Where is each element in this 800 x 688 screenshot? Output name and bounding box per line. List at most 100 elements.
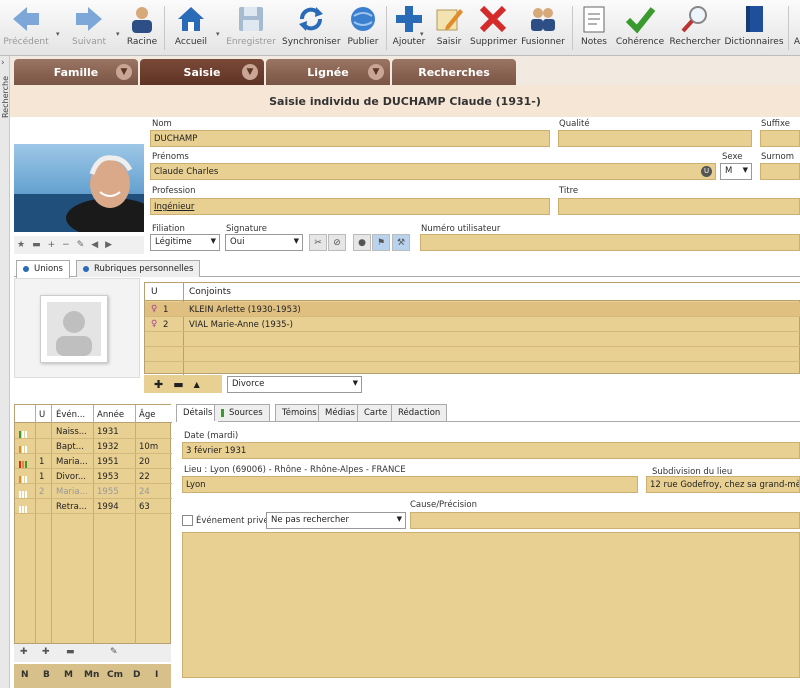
notes-button[interactable]: Notes	[578, 3, 610, 53]
unlink-icon[interactable]: ⊘	[328, 234, 346, 251]
tab-redaction[interactable]: Rédaction	[391, 404, 448, 421]
subdivision-field[interactable]: 12 rue Godefroy, chez sa grand-mère	[646, 476, 800, 493]
tab-sources[interactable]: Sources	[214, 404, 270, 421]
tab-temoins[interactable]: Témoins	[275, 404, 324, 421]
union-event-select[interactable]: Divorce ▼	[227, 376, 362, 393]
date-field[interactable]: 3 février 1931	[182, 442, 800, 459]
coherence-button[interactable]: Cohérence	[614, 3, 666, 53]
col-conjoints-header: Conjoints	[189, 287, 231, 297]
qualite-field[interactable]	[558, 130, 752, 147]
tab-famille[interactable]: Famille ▼	[14, 59, 138, 85]
filter-m[interactable]: M	[64, 670, 73, 680]
root-button[interactable]: Racine	[124, 3, 160, 53]
edit-button[interactable]: Saisir	[432, 3, 466, 53]
filter-d[interactable]: D	[133, 670, 140, 680]
main-tab-bar: Famille ▼ Saisie ▼ Lignée ▼ Recherches	[10, 56, 800, 85]
table-row[interactable]: ♀ 1 KLEIN Arlette (1930-1953)	[145, 302, 800, 317]
signature-select[interactable]: Oui ▼	[225, 234, 303, 251]
hammer-icon[interactable]: ⚒	[392, 234, 410, 251]
search-button[interactable]: Rechercher	[668, 3, 722, 53]
tab-rubriques-personnelles[interactable]: Rubriques personnelles	[76, 260, 201, 277]
pencil-icon[interactable]: ✎	[77, 240, 85, 250]
person-icon[interactable]: ●	[353, 234, 371, 251]
surnom-field[interactable]	[760, 163, 800, 180]
table-row[interactable]: ♀ 2 VIAL Marie-Anne (1935-)	[145, 317, 800, 332]
search-side-strip[interactable]: › Recherche	[0, 56, 10, 688]
detail-tab-bar: Détails Sources Témoins Médias Carte Réd…	[176, 404, 800, 422]
notes-textarea[interactable]	[182, 532, 800, 678]
tab-details[interactable]: Détails	[176, 404, 220, 422]
save-button[interactable]: Enregistrer	[226, 3, 276, 53]
table-row[interactable]: Naiss... 1931	[15, 425, 172, 439]
add-multiple-icon[interactable]: ✚	[42, 647, 50, 657]
table-row[interactable]: Bapt... 1932 10m	[15, 440, 172, 454]
more-button[interactable]: A	[792, 3, 800, 53]
tab-medias[interactable]: Médias	[318, 404, 362, 421]
chevron-down-icon[interactable]: ▼	[116, 64, 132, 80]
suffixe-field[interactable]	[760, 130, 800, 147]
cause-field[interactable]	[410, 512, 800, 529]
tab-saisie[interactable]: Saisie ▼	[140, 59, 264, 85]
table-row[interactable]: 2 Maria... 1955 24	[15, 485, 172, 499]
star-icon[interactable]: ★	[17, 240, 25, 250]
table-row[interactable]: 1 Maria... 1951 20	[15, 455, 172, 469]
filter-n[interactable]: N	[21, 670, 29, 680]
plus-icon[interactable]: +	[48, 240, 56, 250]
table-header: U Conjoints	[145, 283, 800, 301]
home-button[interactable]: Accueil	[170, 3, 212, 53]
sexe-select[interactable]: M ▼	[720, 163, 752, 180]
arrow-left-icon[interactable]: ◀	[91, 240, 98, 250]
tab-carte[interactable]: Carte	[357, 404, 395, 421]
minus-icon[interactable]: ▬	[66, 647, 75, 657]
add-button[interactable]: Ajouter	[392, 3, 426, 53]
minus-icon[interactable]: −	[62, 240, 70, 250]
scissors-icon[interactable]: ✂	[309, 234, 327, 251]
info-icon[interactable]: U	[701, 166, 712, 177]
publish-button[interactable]: Publier	[346, 3, 380, 53]
prenoms-field[interactable]: Claude Charles	[150, 163, 716, 180]
chevron-down-icon: ▼	[742, 166, 748, 174]
merge-button[interactable]: Fusionner	[520, 3, 566, 53]
filter-cm[interactable]: Cm	[107, 670, 123, 680]
profession-field[interactable]: Ingénieur	[150, 198, 550, 215]
prive-label: Événement privé	[196, 516, 269, 526]
minus-icon[interactable]: ▬	[173, 378, 183, 391]
filiation-label: Filiation	[152, 224, 185, 234]
sync-button[interactable]: Synchroniser	[282, 3, 341, 53]
titre-field[interactable]	[558, 198, 800, 215]
image-icon[interactable]: ▬	[32, 240, 41, 250]
check-icon	[624, 3, 656, 35]
tab-unions[interactable]: Unions	[16, 260, 70, 278]
add-icon[interactable]: ✚	[154, 378, 163, 391]
recherche-select[interactable]: Ne pas rechercher ▼	[266, 512, 406, 529]
chevron-right-icon[interactable]: ›	[1, 58, 5, 68]
person-photo[interactable]	[14, 144, 144, 232]
table-row[interactable]: 1 Divor... 1953 22	[15, 470, 172, 484]
filter-i[interactable]: I	[155, 670, 158, 680]
delete-button[interactable]: Supprimer	[470, 3, 517, 53]
spouse-photo[interactable]	[14, 278, 140, 378]
pencil-icon[interactable]: ✎	[110, 647, 118, 657]
tab-recherches[interactable]: Recherches	[392, 59, 516, 85]
profession-label: Profession	[152, 186, 196, 196]
chevron-down-icon[interactable]: ▼	[368, 64, 384, 80]
arrow-right-icon[interactable]: ▶	[105, 240, 112, 250]
nom-field[interactable]: DUCHAMP	[150, 130, 550, 147]
next-button[interactable]: Suivant	[64, 3, 114, 53]
edit-pencil-icon	[433, 3, 465, 35]
add-event-icon[interactable]: ✚	[20, 647, 28, 657]
chevron-down-icon[interactable]: ▼	[242, 64, 258, 80]
lieu-field[interactable]: Lyon	[182, 476, 638, 493]
previous-button[interactable]: Précédent	[2, 3, 50, 53]
flag-icon[interactable]: ⚑	[372, 234, 390, 251]
filiation-select[interactable]: Légitime ▼	[150, 234, 220, 251]
filter-b[interactable]: B	[43, 670, 50, 680]
tab-lignee[interactable]: Lignée ▼	[266, 59, 390, 85]
delete-x-icon	[477, 3, 509, 35]
table-row[interactable]: Retra... 1994 63	[15, 500, 172, 514]
up-arrow-icon[interactable]: ▲	[194, 380, 200, 389]
prive-checkbox[interactable]	[182, 515, 193, 526]
filter-mn[interactable]: Mn	[84, 670, 99, 680]
dictionaries-button[interactable]: Dictionnaires	[724, 3, 784, 53]
numero-field[interactable]	[420, 234, 800, 251]
